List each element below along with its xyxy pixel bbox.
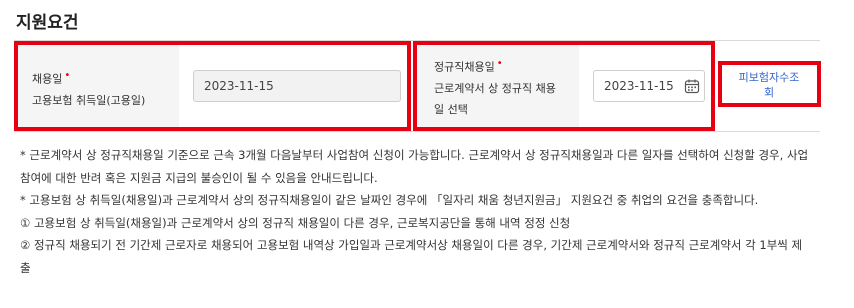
highlight-box-permanent-date	[413, 41, 715, 131]
highlight-box-lookup-button	[718, 61, 821, 107]
notice-item: * 근로계약서 상 정규직채용일 기준으로 근속 3개월 다음날부터 사업참여 …	[20, 148, 809, 185]
section-title: 지원요건	[16, 13, 79, 33]
notice-item: ② 정규직 채용되기 전 기간제 근로자로 채용되어 고용보험 내역상 가입일과…	[20, 238, 803, 275]
notice-item: ① 고용보험 상 취득일(채용일)과 근로계약서 상의 정규직 채용일이 다른 …	[20, 215, 571, 230]
notice-item: * 고용보험 상 취득일(채용일)과 근로계약서 상의 정규직채용일이 같은 날…	[20, 193, 759, 207]
notice-list: * 근로계약서 상 정규직채용일 기준으로 근속 3개월 다음날부터 사업참여 …	[20, 144, 810, 279]
highlight-box-hire-date	[14, 41, 411, 131]
